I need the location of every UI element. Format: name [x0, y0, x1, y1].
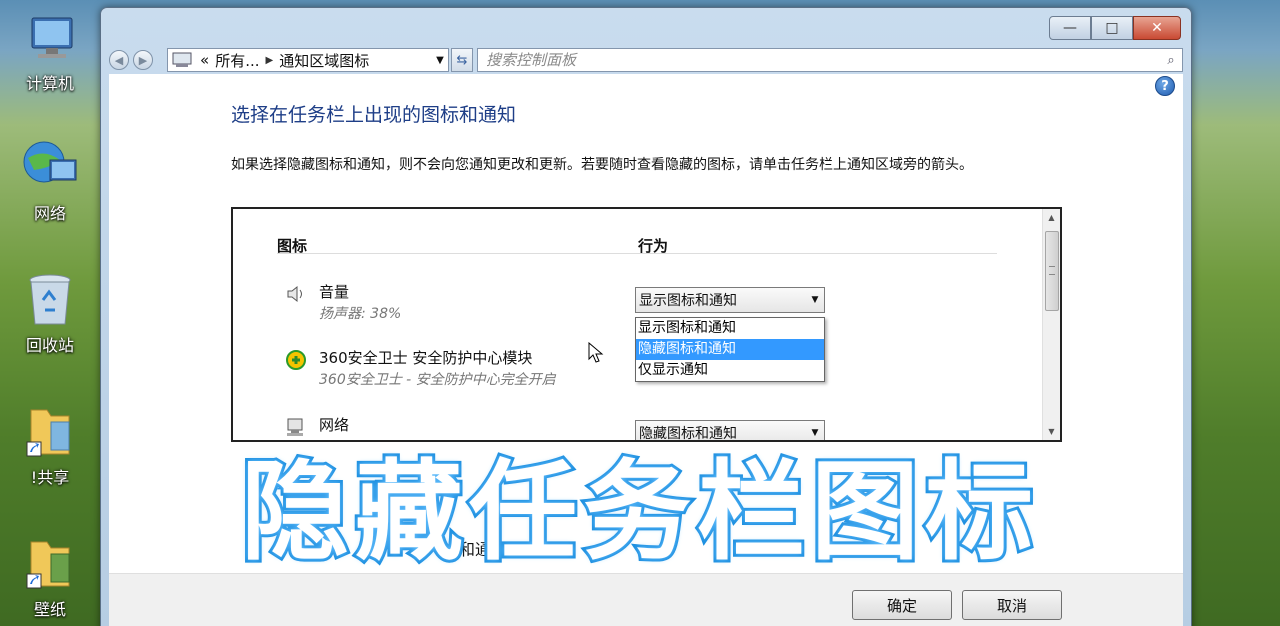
control-panel-icon: [172, 52, 192, 67]
dropdown-option[interactable]: 仅显示通知: [636, 360, 824, 381]
list-scrollbar[interactable]: ▲ ▼: [1042, 209, 1060, 440]
desktop-icon-label: 网络: [33, 204, 66, 223]
navigation-bar: ◀ ▶ « 所有... ▶ 通知区域图标 ▼ ⇆ ⌕: [109, 48, 1183, 72]
item-name: 360安全卫士 安全防护中心模块: [319, 349, 533, 367]
scroll-up-icon[interactable]: ▲: [1043, 209, 1060, 226]
mouse-cursor-icon: [588, 342, 604, 363]
chevron-down-icon: ▼: [811, 295, 819, 305]
item-status: 扬声器: 38%: [319, 306, 402, 322]
ok-button[interactable]: 确定: [852, 590, 952, 620]
360-shield-icon: [286, 350, 306, 370]
overlay-caption: 隐藏任务栏图标: [238, 447, 1039, 578]
back-button[interactable]: ◀: [109, 50, 129, 70]
network-icon: [23, 141, 77, 183]
icons-list: 图标 行为 音量 扬声器: 38% 显示图标和通知 ▼ 360安全卫士 安全防护…: [231, 207, 1062, 442]
caption-buttons: — □ ✕: [1049, 16, 1181, 40]
minimize-button[interactable]: —: [1049, 16, 1091, 40]
breadcrumb-current[interactable]: 通知区域图标: [279, 50, 369, 71]
computer-icon: [31, 17, 73, 58]
help-icon[interactable]: ?: [1155, 76, 1175, 96]
address-dropdown-icon[interactable]: ▼: [432, 55, 448, 66]
scroll-thumb[interactable]: [1045, 231, 1059, 311]
desktop-icon-label: 计算机: [25, 74, 74, 93]
address-bar[interactable]: « 所有... ▶ 通知区域图标 ▼: [167, 48, 449, 72]
breadcrumb-prefix[interactable]: «: [200, 51, 209, 69]
item-status: 360安全卫士 - 安全防护中心完全开启: [319, 372, 556, 388]
search-input[interactable]: [486, 51, 1160, 69]
behavior-dropdown-menu: 显示图标和通知 隐藏图标和通知 仅显示通知: [635, 317, 825, 382]
close-button[interactable]: ✕: [1133, 16, 1181, 40]
forward-button[interactable]: ▶: [133, 50, 153, 70]
desktop-icon-computer[interactable]: 计算机: [8, 14, 92, 94]
maximize-button[interactable]: □: [1091, 16, 1133, 40]
dropdown-option[interactable]: 显示图标和通知: [636, 318, 824, 339]
page-title: 选择在任务栏上出现的图标和通知: [231, 104, 517, 126]
desktop-icon-label: 回收站: [25, 336, 74, 355]
speaker-icon: [287, 285, 302, 303]
item-name: 音量: [319, 283, 350, 301]
header-divider: [277, 253, 997, 254]
desktop-icon-recycle-bin[interactable]: 回收站: [8, 272, 92, 356]
cancel-button[interactable]: 取消: [962, 590, 1062, 620]
desktop-icon-label: 壁纸: [33, 600, 66, 619]
search-icon[interactable]: ⌕: [1160, 53, 1182, 68]
recycle-bin-icon: [29, 274, 71, 325]
grip-icon: [1049, 266, 1055, 275]
description: 如果选择隐藏图标和通知，则不会向您通知更改和更新。若要随时查看隐藏的图标，请单击…: [231, 157, 973, 173]
desktop-icon-network[interactable]: 网络: [8, 138, 92, 224]
behavior-select-volume[interactable]: 显示图标和通知 ▼: [635, 287, 825, 313]
breadcrumb-all[interactable]: 所有...: [215, 50, 259, 71]
select-value: 显示图标和通知: [639, 293, 737, 309]
dropdown-option-highlighted[interactable]: 隐藏图标和通知: [636, 339, 824, 360]
search-box[interactable]: ⌕: [477, 48, 1183, 72]
breadcrumb-arrow-icon[interactable]: ▶: [266, 55, 274, 66]
refresh-button[interactable]: ⇆: [451, 48, 473, 72]
